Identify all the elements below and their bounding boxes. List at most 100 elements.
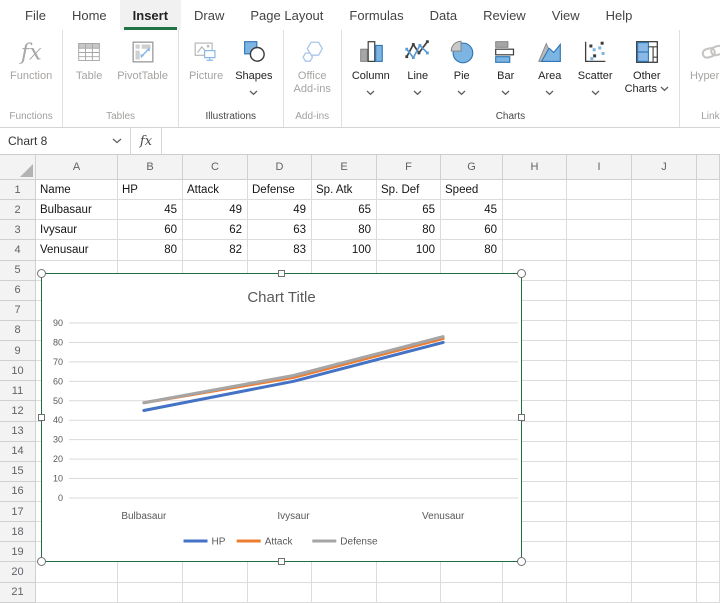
cell-d1[interactable]: Defense <box>248 180 312 200</box>
chart-resize-handle-right[interactable] <box>518 414 525 421</box>
cell-partial-4[interactable] <box>697 240 720 260</box>
cell-e3[interactable]: 80 <box>312 220 377 240</box>
row-header-15[interactable]: 15 <box>0 462 36 482</box>
row-header-13[interactable]: 13 <box>0 422 36 442</box>
cell-partial-13[interactable] <box>697 422 720 442</box>
cell-h2[interactable] <box>503 200 567 220</box>
cell-f3[interactable]: 80 <box>377 220 441 240</box>
column-header-a[interactable]: A <box>36 155 118 180</box>
cell-h20[interactable] <box>503 562 567 582</box>
tab-data[interactable]: Data <box>417 0 470 30</box>
row-header-3[interactable]: 3 <box>0 220 36 240</box>
cell-h3[interactable] <box>503 220 567 240</box>
cell-partial-16[interactable] <box>697 482 720 502</box>
cell-e2[interactable]: 65 <box>312 200 377 220</box>
column-header-h[interactable]: H <box>503 155 567 180</box>
chart[interactable]: Chart Title0102030405060708090BulbasaurI… <box>41 273 522 562</box>
cell-partial-15[interactable] <box>697 462 720 482</box>
cell-g20[interactable] <box>441 562 503 582</box>
cell-b20[interactable] <box>118 562 183 582</box>
cell-e20[interactable] <box>312 562 377 582</box>
row-header-18[interactable]: 18 <box>0 522 36 542</box>
cell-partial-6[interactable] <box>697 281 720 301</box>
cell-a1[interactable]: Name <box>36 180 118 200</box>
cell-i16[interactable] <box>567 482 632 502</box>
ribbon-button-bar[interactable]: Bar <box>484 35 528 99</box>
row-header-14[interactable]: 14 <box>0 442 36 462</box>
cell-i5[interactable] <box>567 261 632 281</box>
cell-g2[interactable]: 45 <box>441 200 503 220</box>
cell-c1[interactable]: Attack <box>183 180 248 200</box>
cell-j20[interactable] <box>632 562 697 582</box>
cell-partial-1[interactable] <box>697 180 720 200</box>
column-header-e[interactable]: E <box>312 155 377 180</box>
cell-j8[interactable] <box>632 321 697 341</box>
row-header-7[interactable]: 7 <box>0 301 36 321</box>
cell-e21[interactable] <box>312 583 377 603</box>
cell-d21[interactable] <box>248 583 312 603</box>
ribbon-button-other-charts[interactable]: OtherCharts <box>619 35 675 97</box>
cell-j5[interactable] <box>632 261 697 281</box>
cell-partial-18[interactable] <box>697 522 720 542</box>
row-header-10[interactable]: 10 <box>0 361 36 381</box>
cell-i4[interactable] <box>567 240 632 260</box>
cell-f20[interactable] <box>377 562 441 582</box>
ribbon-button-shapes[interactable]: Shapes <box>229 35 278 99</box>
cell-j14[interactable] <box>632 442 697 462</box>
cell-c3[interactable]: 62 <box>183 220 248 240</box>
tab-file[interactable]: File <box>12 0 59 30</box>
row-header-5[interactable]: 5 <box>0 261 36 281</box>
cell-partial-12[interactable] <box>697 401 720 421</box>
cell-h4[interactable] <box>503 240 567 260</box>
cell-c4[interactable]: 82 <box>183 240 248 260</box>
ribbon-button-column[interactable]: Column <box>346 35 396 99</box>
tab-insert[interactable]: Insert <box>120 0 181 30</box>
cell-partial-21[interactable] <box>697 583 720 603</box>
cell-partial-19[interactable] <box>697 542 720 562</box>
cell-j10[interactable] <box>632 361 697 381</box>
cell-partial-9[interactable] <box>697 341 720 361</box>
cell-c21[interactable] <box>183 583 248 603</box>
select-all-corner[interactable] <box>0 155 36 180</box>
cell-j9[interactable] <box>632 341 697 361</box>
row-header-1[interactable]: 1 <box>0 180 36 200</box>
cell-b4[interactable]: 80 <box>118 240 183 260</box>
row-header-11[interactable]: 11 <box>0 381 36 401</box>
chart-resize-handle-top-right[interactable] <box>517 269 526 278</box>
cell-partial-7[interactable] <box>697 301 720 321</box>
cell-j4[interactable] <box>632 240 697 260</box>
cell-b3[interactable]: 60 <box>118 220 183 240</box>
column-header-j[interactable]: J <box>632 155 697 180</box>
cell-j19[interactable] <box>632 542 697 562</box>
row-header-6[interactable]: 6 <box>0 281 36 301</box>
cell-f4[interactable]: 100 <box>377 240 441 260</box>
cell-g4[interactable]: 80 <box>441 240 503 260</box>
row-header-20[interactable]: 20 <box>0 562 36 582</box>
cell-i18[interactable] <box>567 522 632 542</box>
cell-i15[interactable] <box>567 462 632 482</box>
ribbon-button-line[interactable]: Line <box>396 35 440 99</box>
cell-i9[interactable] <box>567 341 632 361</box>
cell-d3[interactable]: 63 <box>248 220 312 240</box>
cell-j1[interactable] <box>632 180 697 200</box>
cell-i8[interactable] <box>567 321 632 341</box>
cell-f1[interactable]: Sp. Def <box>377 180 441 200</box>
tab-help[interactable]: Help <box>593 0 646 30</box>
column-header-partial[interactable] <box>697 155 720 180</box>
cell-partial-2[interactable] <box>697 200 720 220</box>
tab-formulas[interactable]: Formulas <box>336 0 416 30</box>
cell-d4[interactable]: 83 <box>248 240 312 260</box>
chart-resize-handle-bottom[interactable] <box>278 558 285 565</box>
ribbon-button-pie[interactable]: Pie <box>440 35 484 99</box>
cell-b21[interactable] <box>118 583 183 603</box>
cell-i12[interactable] <box>567 401 632 421</box>
row-header-12[interactable]: 12 <box>0 401 36 421</box>
row-header-8[interactable]: 8 <box>0 321 36 341</box>
chart-resize-handle-left[interactable] <box>38 414 45 421</box>
column-header-i[interactable]: I <box>567 155 632 180</box>
row-header-21[interactable]: 21 <box>0 583 36 603</box>
cell-c2[interactable]: 49 <box>183 200 248 220</box>
column-header-f[interactable]: F <box>377 155 441 180</box>
cell-partial-14[interactable] <box>697 442 720 462</box>
cell-partial-5[interactable] <box>697 261 720 281</box>
